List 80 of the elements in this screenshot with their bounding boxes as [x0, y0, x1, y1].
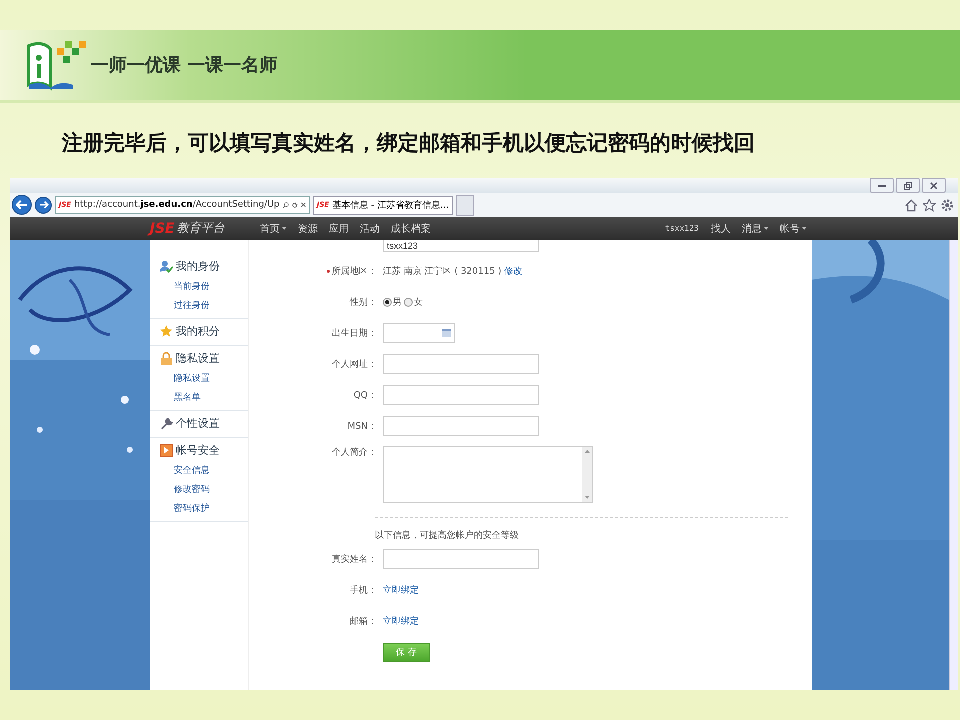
input-field[interactable] [383, 385, 539, 405]
sidebar-heading[interactable]: 我的积分 [176, 324, 220, 339]
forward-button[interactable] [35, 196, 52, 214]
field-label: 个人网址： [332, 358, 377, 370]
caret-icon [764, 227, 769, 230]
field-label: 个人简介： [332, 446, 377, 459]
minimize-icon [878, 184, 886, 187]
sidebar-item[interactable]: 过往身份 [160, 299, 248, 312]
new-tab-button[interactable] [456, 194, 474, 216]
field-label: 真实姓名： [332, 554, 377, 566]
close-button[interactable] [922, 178, 946, 193]
radio-button[interactable] [383, 298, 392, 306]
sidebar-heading[interactable]: 隐私设置 [176, 351, 220, 366]
scroll-down-icon [584, 496, 590, 499]
input-field[interactable] [383, 549, 539, 569]
nav-link[interactable]: 资源 [298, 222, 318, 236]
radio-label: 女 [414, 296, 423, 308]
sidebar-heading[interactable]: 我的身份 [176, 259, 220, 274]
nav-link[interactable]: 成长档案 [391, 222, 431, 236]
input-field[interactable]: tsxx123 [383, 240, 539, 252]
scroll-up-icon [584, 450, 590, 453]
input-field[interactable] [383, 416, 539, 436]
forward-arrow-icon [38, 201, 48, 209]
nav-link[interactable]: 消息 [742, 222, 769, 236]
wrench-icon [160, 417, 173, 430]
field-label: QQ： [354, 390, 377, 402]
radio-button[interactable] [404, 298, 413, 306]
field-label: 性别： [350, 296, 377, 308]
back-button[interactable] [12, 195, 32, 215]
nav-link[interactable]: 应用 [329, 222, 349, 236]
sidebar-heading[interactable]: 个性设置 [176, 416, 220, 431]
nav-link[interactable]: 活动 [360, 222, 380, 236]
nav-link[interactable]: 找人 [711, 222, 731, 236]
slogan: 一师一优课 一课一名师 [91, 54, 278, 77]
person-icon [160, 260, 173, 273]
edit-link[interactable]: 修改 [504, 264, 523, 278]
minimize-button[interactable] [870, 178, 894, 193]
caret-icon [282, 227, 287, 230]
star-icon [923, 198, 936, 212]
scrollbar[interactable] [949, 240, 958, 690]
sidebar-item[interactable]: 密码保护 [160, 502, 248, 515]
sidebar-item[interactable]: 安全信息 [160, 464, 248, 477]
caret-icon [802, 227, 807, 230]
nav-link[interactable]: 首页 [260, 222, 287, 236]
username[interactable]: tsxx123 [665, 224, 699, 233]
field-label: 所属地区： [332, 266, 377, 278]
logo-icon [25, 38, 87, 92]
search-icon [282, 200, 289, 210]
close-icon [930, 182, 938, 190]
sidebar-heading[interactable]: 帐号安全 [176, 443, 220, 458]
nav-link[interactable]: 帐号 [780, 222, 807, 236]
radio-label: 男 [393, 296, 402, 308]
home-icon [905, 198, 918, 212]
bind-link[interactable]: 立即绑定 [383, 584, 419, 596]
calendar-icon [442, 329, 451, 337]
settings-icon [941, 198, 954, 212]
stop-icon [300, 201, 306, 209]
lock-icon [160, 352, 173, 365]
sidebar-item[interactable]: 当前身份 [160, 280, 248, 293]
sidebar-item[interactable]: 隐私设置 [160, 372, 248, 385]
input-field[interactable] [383, 354, 539, 374]
sidebar-item[interactable]: 黑名单 [160, 391, 248, 404]
text-area[interactable] [383, 446, 593, 503]
restore-icon [904, 182, 912, 190]
field-label: MSN： [348, 420, 377, 432]
bind-link[interactable]: 立即绑定 [383, 614, 419, 628]
sidebar-item[interactable]: 修改密码 [160, 483, 248, 496]
slide-title: 注册完毕后，可以填写真实姓名，绑定邮箱和手机以便忘记密码的时候找回 [62, 130, 756, 157]
star-icon [160, 325, 173, 338]
back-arrow-icon [16, 200, 28, 210]
site-logo-text: 教育平台 [176, 220, 225, 237]
restore-button[interactable] [896, 178, 920, 193]
site-logo-mark: JSE [150, 220, 175, 236]
date-field[interactable] [383, 323, 455, 343]
field-label: 出生日期： [332, 328, 377, 340]
field-label: 邮箱： [350, 616, 377, 628]
refresh-icon [292, 200, 298, 210]
field-label: 手机： [350, 584, 377, 596]
region-value: 江苏 南京 江宁区 ( 320115 ) [383, 266, 502, 278]
security-note: 以下信息，可提高您帐户的安全等级 [375, 530, 519, 542]
